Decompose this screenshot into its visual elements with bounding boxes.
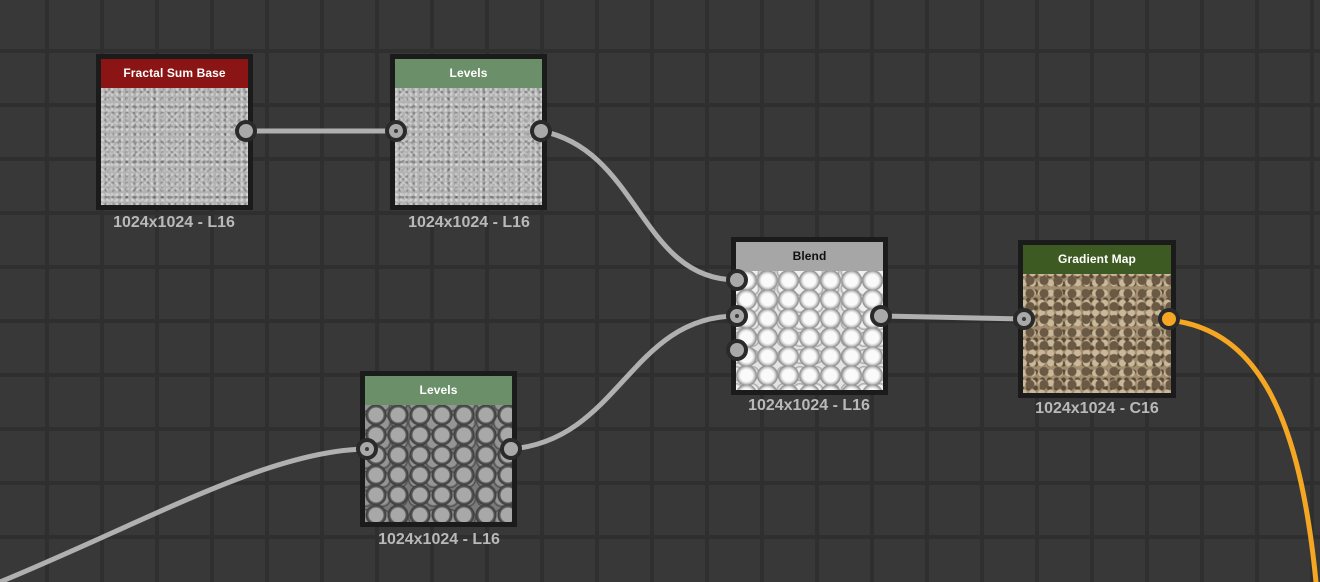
node-thumbnail (365, 405, 512, 522)
node-caption: 1024x1024 - L16 (748, 397, 870, 414)
node-header: Levels (365, 376, 512, 405)
wire-input-to-levels[interactable] (0, 446, 370, 582)
input-port-mask[interactable] (726, 339, 748, 361)
input-port-background[interactable] (726, 305, 748, 327)
output-port[interactable] (500, 438, 522, 460)
node-thumbnail (101, 88, 248, 205)
wire-levels-to-blend-background[interactable] (508, 313, 740, 452)
node-levels-bottom[interactable]: Levels (360, 371, 517, 527)
node-caption: 1024x1024 - L16 (113, 214, 235, 231)
node-gradient-map[interactable]: Gradient Map (1018, 240, 1176, 398)
node-fractal-sum-base[interactable]: Fractal Sum Base (96, 54, 253, 210)
node-thumbnail (1023, 274, 1171, 393)
input-port-foreground[interactable] (726, 269, 748, 291)
node-caption: 1024x1024 - C16 (1035, 400, 1159, 417)
node-blend[interactable]: Blend (731, 237, 888, 395)
node-header: Levels (395, 59, 542, 88)
node-levels-top[interactable]: Levels (390, 54, 547, 210)
node-header: Fractal Sum Base (101, 59, 248, 88)
node-thumbnail (395, 88, 542, 205)
wire-blend-to-gradient-map[interactable] (878, 313, 1027, 322)
node-header: Gradient Map (1023, 245, 1171, 274)
input-port[interactable] (1013, 308, 1035, 330)
input-port[interactable] (385, 120, 407, 142)
wire-gradient-map-output[interactable] (1166, 317, 1319, 582)
node-caption: 1024x1024 - L16 (408, 214, 530, 231)
output-port[interactable] (870, 305, 892, 327)
node-header: Blend (736, 242, 883, 271)
output-port[interactable] (235, 120, 257, 142)
output-port[interactable] (530, 120, 552, 142)
node-caption: 1024x1024 - L16 (378, 531, 500, 548)
output-port-color[interactable] (1158, 308, 1180, 330)
node-thumbnail (736, 271, 883, 390)
wire-levels-to-blend-foreground[interactable] (538, 128, 740, 283)
input-port[interactable] (356, 438, 378, 460)
